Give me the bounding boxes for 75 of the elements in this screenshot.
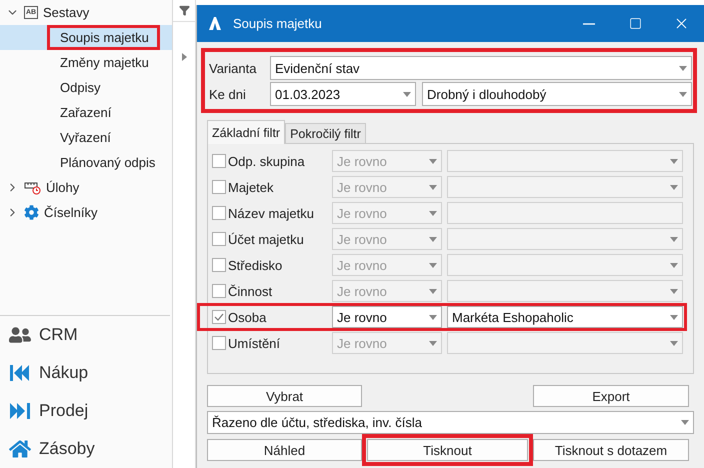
tree-item[interactable]: Číselníky bbox=[44, 205, 98, 220]
dropdown-arrow-icon[interactable] bbox=[670, 314, 678, 320]
dropdown-arrow-icon[interactable] bbox=[670, 158, 678, 164]
export-button[interactable]: Export bbox=[533, 385, 689, 407]
tree-item[interactable]: Sestavy bbox=[43, 5, 90, 20]
dropdown-arrow-icon[interactable] bbox=[670, 236, 678, 242]
checkbox[interactable] bbox=[212, 310, 226, 324]
tree-item[interactable]: Změny majetku bbox=[47, 50, 160, 75]
value-dropdown[interactable]: Markéta Eshopaholic bbox=[447, 306, 683, 328]
expand-arrow-icon[interactable] bbox=[182, 53, 186, 61]
window-title: Soupis majetku bbox=[233, 16, 323, 31]
dropdown-arrow-icon[interactable] bbox=[679, 92, 687, 96]
dropdown-arrow-icon[interactable] bbox=[670, 184, 678, 190]
filter-label: Majetek bbox=[228, 180, 275, 194]
value-field[interactable] bbox=[447, 202, 683, 224]
maximize-icon bbox=[628, 17, 642, 30]
filter-label: Název majetku bbox=[228, 206, 315, 220]
dropdown-arrow-icon[interactable] bbox=[670, 340, 678, 346]
print-action-button[interactable]: Tisknout bbox=[367, 439, 528, 461]
module-link[interactable]: Nákup bbox=[39, 363, 88, 383]
tree-item[interactable]: Úlohy bbox=[46, 180, 80, 195]
home-icon bbox=[9, 438, 31, 460]
variant-dropdown[interactable]: Evidenční stav bbox=[270, 56, 692, 80]
minimize-icon bbox=[583, 22, 595, 24]
type-dropdown[interactable]: Drobný i dlouhodobý bbox=[422, 82, 692, 106]
dropdown-arrow-icon[interactable] bbox=[429, 210, 437, 216]
tab[interactable]: Základní filtr bbox=[207, 120, 286, 144]
operator-dropdown[interactable]: Je rovno bbox=[332, 306, 442, 328]
module-link[interactable]: Prodej bbox=[39, 401, 88, 421]
ruler-clock-icon bbox=[24, 180, 41, 195]
dropdown-arrow-icon[interactable] bbox=[679, 66, 687, 70]
checkbox[interactable] bbox=[212, 284, 226, 298]
checkbox[interactable] bbox=[212, 154, 226, 168]
skip-back-icon bbox=[9, 364, 31, 382]
dropdown-arrow-icon[interactable] bbox=[429, 236, 437, 242]
filter-label: Umístění bbox=[228, 336, 282, 350]
module-link[interactable]: Zásoby bbox=[39, 439, 95, 459]
print-action-button[interactable]: Náhled bbox=[207, 439, 362, 461]
filter-icon[interactable] bbox=[178, 5, 190, 16]
dropdown-arrow-icon[interactable] bbox=[670, 262, 678, 268]
dropdown-arrow-icon[interactable] bbox=[429, 262, 437, 268]
dropdown-arrow-icon[interactable] bbox=[429, 288, 437, 294]
sort-dropdown[interactable]: Řazeno dle účtu, střediska, inv. čísla bbox=[207, 411, 694, 434]
tree-item[interactable]: Vyřazení bbox=[47, 125, 122, 150]
checkbox[interactable] bbox=[212, 232, 226, 246]
checkbox[interactable] bbox=[212, 258, 226, 272]
tab[interactable]: Pokročilý filtr bbox=[285, 123, 366, 144]
date-picker[interactable]: 01.03.2023 bbox=[270, 82, 416, 106]
dropdown-arrow-icon[interactable] bbox=[429, 184, 437, 190]
filter-label: Osoba bbox=[228, 310, 268, 324]
dropdown-arrow-icon[interactable] bbox=[429, 340, 437, 346]
filter-label: Účet majetku bbox=[228, 232, 305, 246]
dropdown-arrow-icon[interactable] bbox=[403, 92, 411, 96]
dropdown-arrow-icon[interactable] bbox=[429, 314, 437, 320]
tree-item[interactable]: Odpisy bbox=[47, 75, 112, 100]
dropdown-arrow-icon[interactable] bbox=[681, 420, 689, 425]
tree-item[interactable]: Plánovaný odpis bbox=[47, 150, 166, 175]
checkbox[interactable] bbox=[212, 206, 226, 220]
module-link[interactable]: CRM bbox=[39, 325, 78, 345]
tree-item[interactable]: Zařazení bbox=[47, 100, 122, 125]
tree-item[interactable]: Soupis majetku bbox=[47, 25, 160, 50]
field-label: Ke dni bbox=[209, 86, 247, 102]
checkbox[interactable] bbox=[212, 180, 226, 194]
filter-label: Odp. skupina bbox=[228, 154, 306, 168]
field-label: Varianta bbox=[209, 60, 258, 76]
app-logo-icon bbox=[209, 17, 221, 30]
print-action-button[interactable]: Tisknout s dotazem bbox=[533, 439, 689, 461]
gear-icon bbox=[24, 205, 39, 220]
dropdown-arrow-icon[interactable] bbox=[670, 288, 678, 294]
select-button[interactable]: Vybrat bbox=[207, 385, 362, 407]
dropdown-arrow-icon[interactable] bbox=[429, 158, 437, 164]
skip-forward-icon bbox=[9, 402, 31, 420]
filter-label: Činnost bbox=[228, 284, 274, 298]
checkbox[interactable] bbox=[212, 336, 226, 350]
filter-label: Středisko bbox=[228, 258, 284, 272]
